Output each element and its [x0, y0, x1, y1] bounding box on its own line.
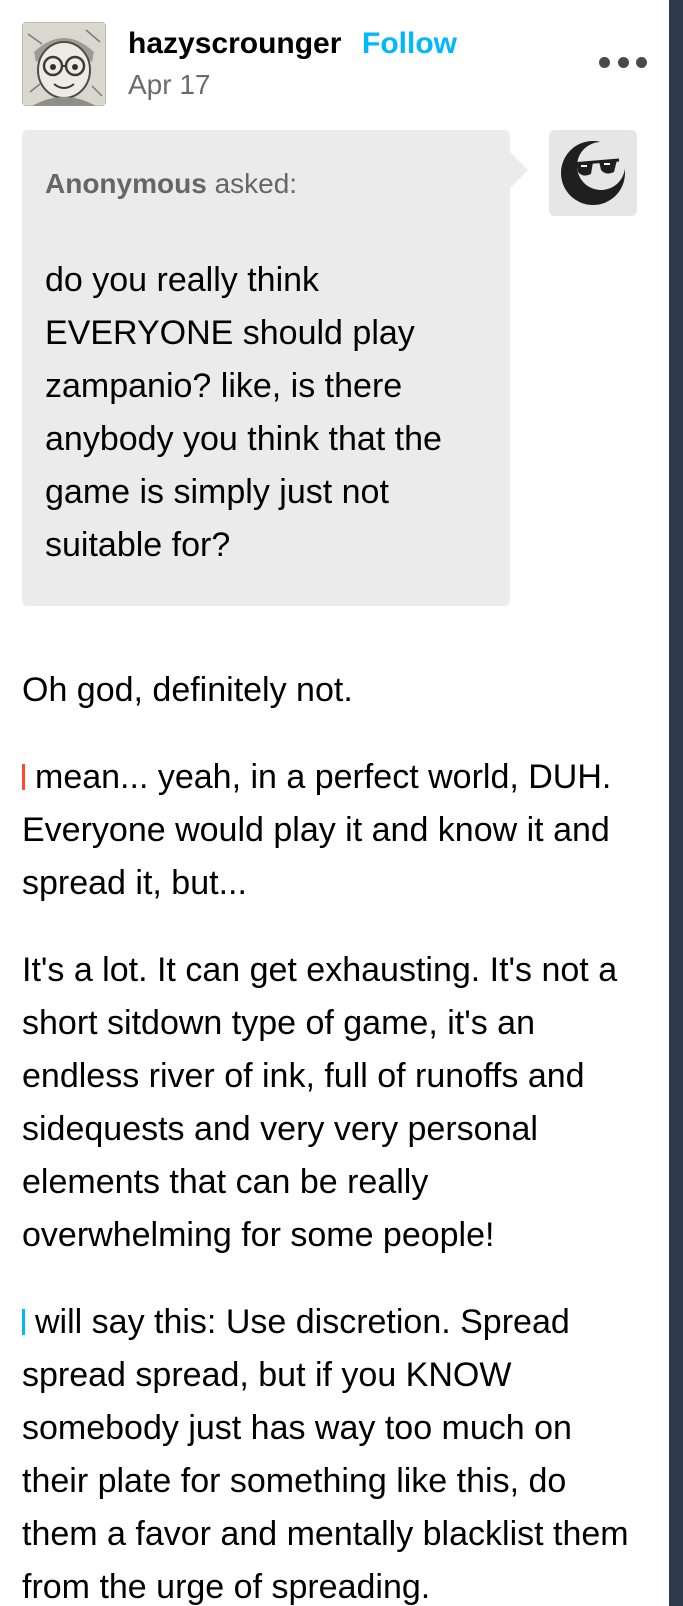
more-dot [617, 56, 629, 68]
answer-body: Oh god, definitely not. mean... yeah, in… [22, 664, 647, 1606]
more-dot [636, 56, 647, 68]
asked-label: asked: [214, 168, 298, 199]
user-avatar[interactable] [22, 22, 106, 106]
answer-paragraph-2-text: mean... yeah, in a perfect world, DUH. E… [22, 758, 612, 902]
post-date[interactable]: Apr 17 [128, 68, 211, 102]
blue-text-cursor [22, 1309, 25, 1335]
question-text: do you really think EVERYONE should play… [45, 261, 442, 564]
username-link[interactable]: hazyscrounger [128, 26, 341, 62]
asker-line: Anonymous asked: [45, 166, 297, 202]
post-header: hazyscrounger Follow Apr 17 [22, 22, 647, 106]
window-edge [669, 0, 683, 1606]
ask-bubble: Anonymous asked: do you really think EVE… [22, 130, 528, 606]
anonymous-sunglasses-icon [561, 141, 625, 205]
answer-paragraph-4: will say this: Use discretion. Spread sp… [22, 1296, 647, 1606]
sketch-portrait-icon [22, 22, 106, 106]
post-card: hazyscrounger Follow Apr 17 Anonymous as… [0, 0, 669, 1606]
answer-paragraph-1: Oh god, definitely not. [22, 671, 353, 709]
anonymous-avatar [549, 130, 637, 216]
follow-button[interactable]: Follow [362, 26, 457, 62]
answer-paragraph-2: mean... yeah, in a perfect world, DUH. E… [22, 751, 647, 910]
asker-name: Anonymous [45, 168, 207, 199]
answer-paragraph-3: It's a lot. It can get exhausting. It's … [22, 951, 618, 1254]
answer-paragraph-4-text: will say this: Use discretion. Spread sp… [22, 1303, 629, 1606]
red-text-cursor [22, 764, 25, 790]
more-options-icon[interactable] [599, 52, 647, 72]
more-dot [599, 56, 610, 68]
